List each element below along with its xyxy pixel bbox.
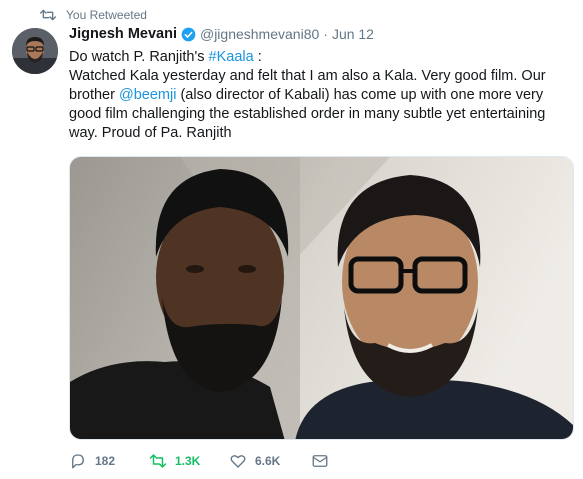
verified-badge-icon [181,27,196,41]
hashtag-link[interactable]: #Kaala [209,49,254,65]
reply-icon [72,454,84,469]
author-name[interactable]: Jignesh Mevani [69,26,177,42]
tweet-line-1-suffix: : [253,49,262,65]
avatar[interactable] [12,28,58,74]
tweet-photo[interactable] [69,156,574,440]
tweet-line-1: Do watch P. Ranjith's #Kaala : [69,48,574,67]
tweet-text: Do watch P. Ranjith's #Kaala : Watched K… [69,48,574,143]
heart-icon [230,455,246,468]
reply-count: 182 [95,454,116,468]
like-count: 6.6K [255,454,281,468]
tweet-line-1-prefix: Do watch P. Ranjith's [69,49,209,65]
tweet-actions: 182 1.3K 6.6K [69,452,337,470]
retweet-context: You Retweeted [40,8,147,22]
author-handle[interactable]: @jigneshmevani80 [200,26,319,42]
mention-link[interactable]: @beemji [119,87,176,103]
photo-image [70,157,573,439]
like-button[interactable]: 6.6K [229,452,311,470]
retweet-button[interactable]: 1.3K [149,452,229,470]
tweet-line-2: Watched Kala yesterday and felt that I a… [69,67,574,143]
reply-button[interactable]: 182 [69,452,149,470]
tweet-date[interactable]: Jun 12 [332,26,374,42]
direct-message-button[interactable] [311,452,337,470]
direct-message-icon [312,455,328,467]
tweet-header: Jignesh Mevani @jigneshmevani80 · Jun 12 [69,26,374,42]
retweet-context-label: You Retweeted [66,8,147,22]
retweet-icon [149,454,167,468]
avatar-image [12,28,58,74]
header-separator: · [323,26,328,42]
retweet-count: 1.3K [175,454,201,468]
retweet-icon [40,9,56,21]
